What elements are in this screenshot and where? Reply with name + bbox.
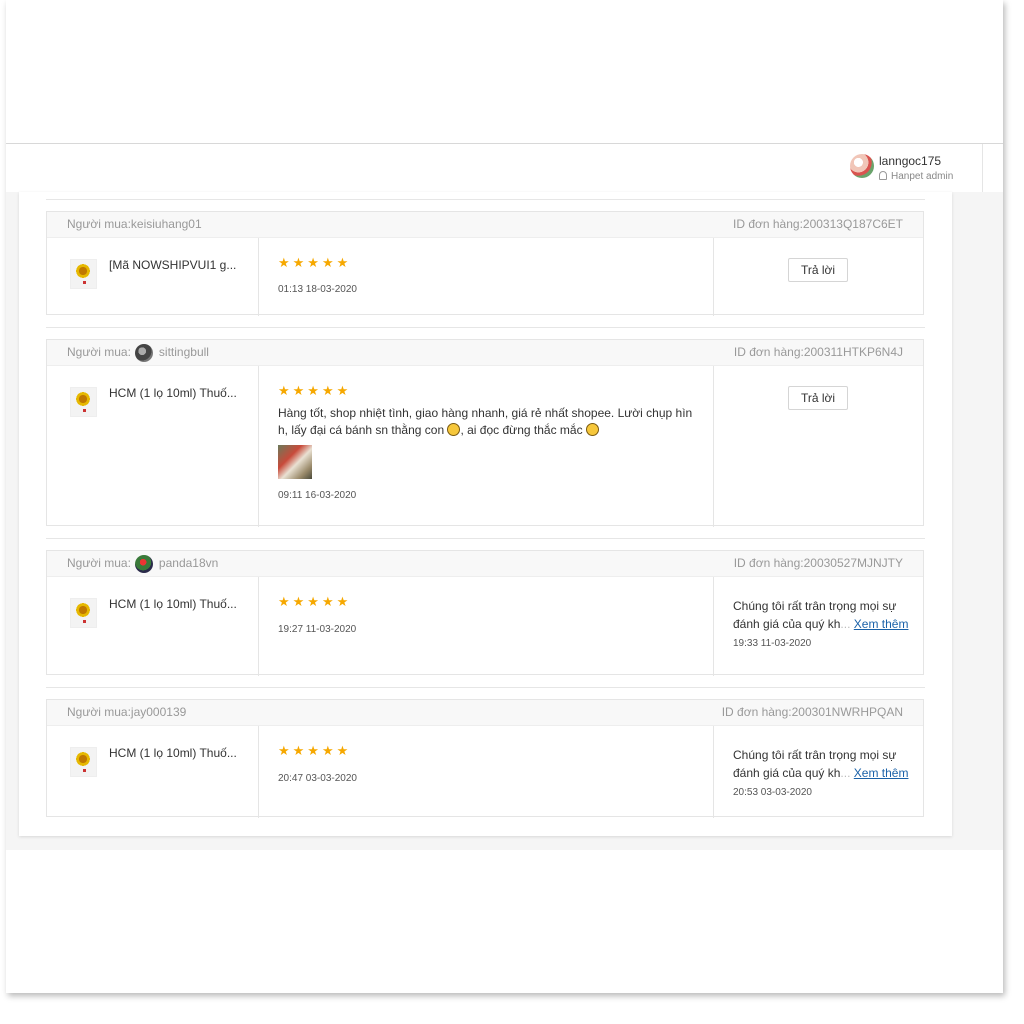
order-id[interactable]: ID đơn hàng:200311HTKP6N4J [734,340,903,365]
buyer-label: Người mua: [67,217,131,231]
star-rating: ★★★★★ [278,594,352,609]
divider [46,687,925,688]
product-name[interactable]: HCM (1 lọ 10ml) Thuố... [109,386,244,400]
user-role-label: Hanpet admin [891,171,954,182]
product-name[interactable]: HCM (1 lọ 10ml) Thuố... [109,746,244,760]
product-image[interactable] [70,747,97,777]
order-id[interactable]: ID đơn hàng:20030527MJNJTY [734,551,903,576]
product-cell: HCM (1 lọ 10ml) Thuố... [47,577,259,676]
review-time: 20:47 03-03-2020 [278,773,357,784]
product-image[interactable] [70,259,97,289]
reply-line: đánh giá của quý kh [733,766,841,780]
star-rating: ★★★★★ [278,743,352,758]
action-cell: Trả lời [713,238,923,316]
product-image[interactable] [70,387,97,417]
review-body: HCM (1 lọ 10ml) Thuố... ★★★★★ 20:47 03-0… [47,726,923,818]
review-card: Người mua: sittingbull ID đơn hàng:20031… [46,339,924,527]
review-card: Người mua: jay000139 ID đơn hàng:200301NW… [46,699,924,818]
action-cell: Chúng tôi rất trân trọng mọi sự đánh giá… [713,577,923,676]
user-menu[interactable]: lanngoc175 Hanpet admin [850,144,983,192]
user-avatar [850,154,874,178]
smile-emoji-icon [585,423,599,436]
reply-line-truncated: đánh giá của quý kh... Xem thêm [733,615,913,633]
star-rating: ★★★★★ [278,383,352,398]
buyer-label: Người mua: [67,705,131,719]
grinning-emoji-icon [447,423,461,436]
review-body: HCM (1 lọ 10ml) Thuố... ★★★★★ 19:27 11-0… [47,577,923,676]
product-name[interactable]: HCM (1 lọ 10ml) Thuố... [109,597,244,611]
buyer-info: Người mua: sittingbull [67,340,209,365]
reply-line-truncated: đánh giá của quý kh... Xem thêm [733,764,913,782]
order-id[interactable]: ID đơn hàng:200313Q187C6ET [733,212,903,237]
buyer-name[interactable]: sittingbull [159,340,209,365]
review-time: 01:13 18-03-2020 [278,284,357,295]
review-body: [Mã NOWSHIPVUI1 g... ★★★★★ 01:13 18-03-2… [47,238,923,316]
product-cell: [Mã NOWSHIPVUI1 g... [47,238,259,316]
buyer-name[interactable]: panda18vn [159,551,218,576]
rating-cell: ★★★★★ Hàng tốt, shop nhiệt tình, giao hà… [258,366,714,527]
review-body: HCM (1 lọ 10ml) Thuố... ★★★★★ Hàng tốt, … [47,366,923,527]
reply-line: Chúng tôi rất trân trọng mọi sự [733,599,897,613]
user-role: Hanpet admin [879,171,953,182]
reply-time: 19:33 11-03-2020 [733,638,812,649]
buyer-avatar [134,343,153,362]
reply-time: 20:53 03-03-2020 [733,787,812,798]
buyer-avatar [134,554,153,573]
rating-cell: ★★★★★ 20:47 03-03-2020 [258,726,714,818]
buyer-name[interactable]: jay000139 [131,700,186,725]
reply-line: đánh giá của quý kh [733,617,841,631]
star-rating: ★★★★★ [278,255,352,270]
review-card: Người mua: keisiuhang01 ID đơn hàng:20031… [46,211,924,316]
review-time: 09:11 16-03-2020 [278,490,357,501]
buyer-label: Người mua: [67,556,131,570]
reply-button[interactable]: Trả lời [788,386,848,410]
shop-reply: Chúng tôi rất trân trọng mọi sự đánh giá… [733,746,913,782]
review-card: Người mua: panda18vn ID đơn hàng:2003052… [46,550,924,676]
product-cell: HCM (1 lọ 10ml) Thuố... [47,366,259,527]
reply-ellipsis: ... [840,617,851,631]
review-header: Người mua: keisiuhang01 ID đơn hàng:20031… [47,212,923,238]
divider [46,538,925,539]
buyer-name[interactable]: keisiuhang01 [131,212,202,237]
comment-text-end: , ai đọc đừng thắc mắc [460,423,583,437]
top-bar: lanngoc175 Hanpet admin [6,143,1003,193]
review-time: 19:27 11-03-2020 [278,624,357,635]
see-more-link[interactable]: Xem thêm [854,766,909,780]
rating-cell: ★★★★★ 01:13 18-03-2020 [258,238,714,316]
divider [46,199,925,200]
buyer-info: Người mua: jay000139 [67,700,186,725]
reply-button[interactable]: Trả lời [788,258,848,282]
review-comment: Hàng tốt, shop nhiệt tình, giao hàng nha… [278,405,696,439]
reply-ellipsis: ... [840,766,851,780]
divider [46,327,925,328]
review-header: Người mua: jay000139 ID đơn hàng:200301NW… [47,700,923,726]
product-image[interactable] [70,598,97,628]
buyer-label: Người mua: [67,345,131,359]
buyer-info: Người mua: panda18vn [67,551,218,576]
buyer-info: Người mua: keisiuhang01 [67,212,202,237]
review-header: Người mua: panda18vn ID đơn hàng:2003052… [47,551,923,577]
action-cell: Trả lời [713,366,923,527]
product-cell: HCM (1 lọ 10ml) Thuố... [47,726,259,818]
review-photo[interactable] [278,445,312,479]
order-id[interactable]: ID đơn hàng:200301NWRHPQAN [722,700,903,725]
action-cell: Chúng tôi rất trân trọng mọi sự đánh giá… [713,726,923,818]
shop-reply: Chúng tôi rất trân trọng mọi sự đánh giá… [733,597,913,633]
user-name: lanngoc175 [879,154,942,168]
reply-line: Chúng tôi rất trân trọng mọi sự [733,748,897,762]
rating-cell: ★★★★★ 19:27 11-03-2020 [258,577,714,676]
product-name[interactable]: [Mã NOWSHIPVUI1 g... [109,258,244,272]
person-icon [879,171,887,180]
review-header: Người mua: sittingbull ID đơn hàng:20031… [47,340,923,366]
see-more-link[interactable]: Xem thêm [854,617,909,631]
